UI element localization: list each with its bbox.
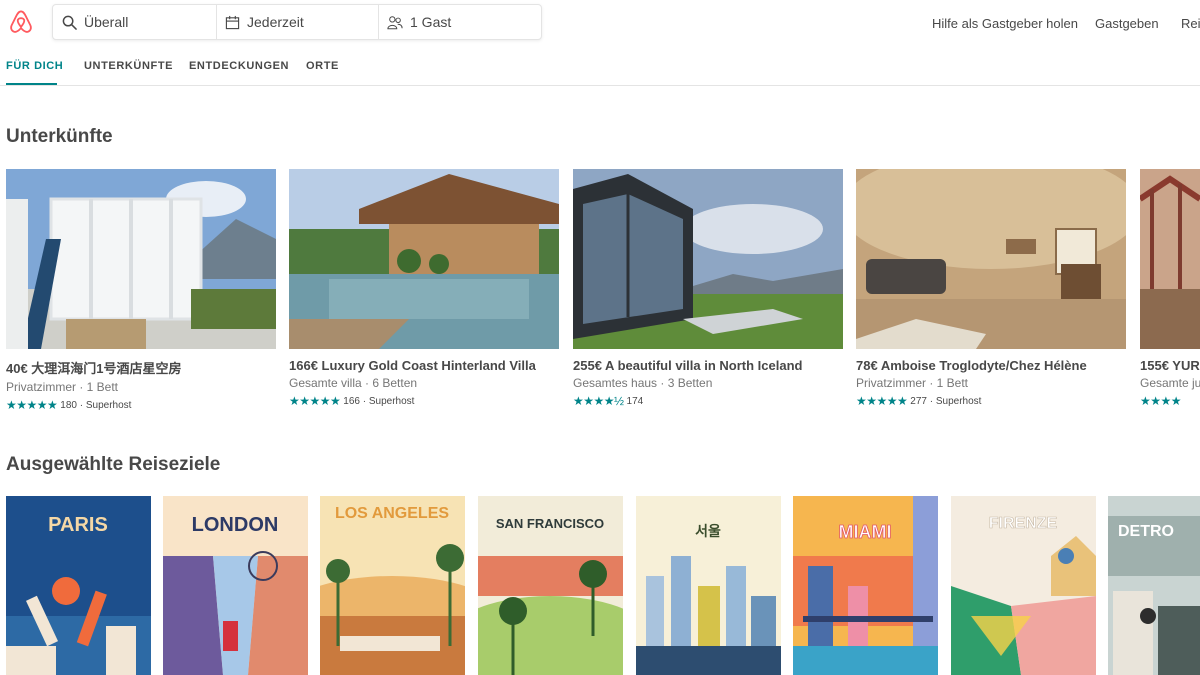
- search-icon: [62, 15, 77, 30]
- listing-title[interactable]: 40€ 大理洱海门1号酒店星空房: [6, 358, 276, 377]
- destination-poster: DETRO: [1108, 496, 1200, 675]
- listing-card[interactable]: 166€ Luxury Gold Coast Hinterland Villa …: [289, 169, 559, 408]
- review-count: 180 · Superhost: [60, 399, 132, 411]
- category-tabs: FÜR DICH UNTERKÜNFTE ENTDECKUNGEN ORTE: [0, 52, 1200, 86]
- review-count: 174: [626, 395, 644, 407]
- tab-experiences[interactable]: ENTDECKUNGEN: [189, 60, 289, 72]
- listing-title[interactable]: 255€ A beautiful villa in North Iceland: [573, 358, 843, 373]
- destination-poster: 서울: [636, 496, 781, 675]
- destination-card-london[interactable]: LONDON: [163, 496, 308, 675]
- destination-poster: PARIS: [6, 496, 151, 675]
- listing-photo[interactable]: [1140, 169, 1200, 349]
- listing-photo[interactable]: [573, 169, 843, 349]
- rating-stars-icon: ★★★★: [1140, 394, 1182, 408]
- tab-for-you[interactable]: FÜR DICH: [6, 60, 63, 72]
- tab-places[interactable]: ORTE: [306, 60, 339, 72]
- stays-section-title: Unterkünfte: [6, 126, 113, 147]
- destination-poster: LONDON: [163, 496, 308, 675]
- destination-card-firenze[interactable]: FIRENZE: [951, 496, 1096, 675]
- listing-subtitle: Privatzimmer · 1 Bett: [856, 376, 969, 390]
- destination-poster: FIRENZE: [951, 496, 1096, 675]
- destination-card-seoul[interactable]: 서울: [636, 496, 781, 675]
- active-tab-indicator: [6, 83, 57, 85]
- guests-icon: [387, 15, 403, 29]
- listing-rating: ★★★★½ 174: [573, 394, 843, 408]
- review-count: 166 · Superhost: [343, 395, 415, 407]
- location-field[interactable]: Überall: [53, 5, 217, 39]
- listing-subtitle: Privatzimmer · 1 Bett: [6, 380, 119, 394]
- poster-city-label: SAN FRANCISCO: [496, 516, 604, 531]
- destination-poster: SAN FRANCISCO: [478, 496, 623, 675]
- listing-rating: ★★★★★ 277 · Superhost: [856, 394, 1126, 408]
- listing-rating: ★★★★: [1140, 394, 1200, 408]
- rating-stars-icon: ★★★★★: [856, 394, 908, 408]
- poster-city-label: PARIS: [48, 514, 108, 536]
- calendar-icon: [225, 15, 240, 29]
- become-host-link[interactable]: Gastgeben: [1095, 16, 1159, 31]
- destination-poster: MIAMI: [793, 496, 938, 675]
- poster-city-label: MIAMI: [839, 522, 892, 542]
- listing-subtitle: Gesamte ju: [1140, 376, 1200, 390]
- listing-card[interactable]: 155€ YUR Gesamte ju ★★★★: [1140, 169, 1200, 408]
- poster-city-label: DETRO: [1118, 523, 1174, 540]
- destinations-section-title: Ausgewählte Reiseziele: [6, 454, 221, 475]
- date-field[interactable]: Jederzeit: [217, 5, 379, 39]
- airbnb-logo-icon[interactable]: [8, 9, 34, 35]
- date-value: Jederzeit: [247, 14, 304, 30]
- rating-stars-icon: ★★★★★: [289, 394, 341, 408]
- destination-poster: LOS ANGELES: [320, 496, 465, 675]
- listing-rating: ★★★★★ 166 · Superhost: [289, 394, 559, 408]
- review-count: 277 · Superhost: [910, 395, 982, 407]
- tab-stays[interactable]: UNTERKÜNFTE: [84, 60, 173, 72]
- destination-card-san-francisco[interactable]: SAN FRANCISCO: [478, 496, 623, 675]
- poster-city-label: LOS ANGELES: [335, 505, 449, 522]
- guests-value: 1 Gast: [410, 14, 452, 30]
- guests-field[interactable]: 1 Gast: [379, 5, 541, 39]
- location-value: Überall: [84, 14, 129, 30]
- destination-card-detroit[interactable]: DETRO: [1108, 496, 1200, 675]
- listing-photo[interactable]: [289, 169, 559, 349]
- poster-city-label: LONDON: [192, 514, 279, 536]
- host-help-link[interactable]: Hilfe als Gastgeber holen: [932, 16, 1078, 31]
- poster-city-label: FIRENZE: [989, 515, 1058, 532]
- listing-subtitle: Gesamtes haus · 3 Betten: [573, 376, 713, 390]
- listing-title[interactable]: 78€ Amboise Troglodyte/Chez Hélène: [856, 358, 1126, 373]
- poster-city-label: 서울: [695, 523, 721, 540]
- listing-title[interactable]: 166€ Luxury Gold Coast Hinterland Villa: [289, 358, 559, 373]
- rating-stars-icon: ★★★★★: [6, 398, 58, 412]
- destination-card-miami[interactable]: MIAMI: [793, 496, 938, 675]
- listing-photo[interactable]: [856, 169, 1126, 349]
- rating-stars-icon: ★★★★½: [573, 394, 624, 408]
- listing-card[interactable]: 255€ A beautiful villa in North Iceland …: [573, 169, 843, 408]
- listing-card[interactable]: 40€ 大理洱海门1号酒店星空房 Privatzimmer · 1 Bett ★…: [6, 169, 276, 412]
- listing-card[interactable]: 78€ Amboise Troglodyte/Chez Hélène Priva…: [856, 169, 1126, 408]
- destination-card-los-angeles[interactable]: LOS ANGELES: [320, 496, 465, 675]
- trips-link[interactable]: Rei: [1181, 16, 1200, 31]
- listing-subtitle: Gesamte villa · 6 Betten: [289, 376, 418, 390]
- listing-title[interactable]: 155€ YUR: [1140, 358, 1200, 373]
- destination-card-paris[interactable]: PARIS: [6, 496, 151, 675]
- top-bar: Überall Jederzeit 1 Gast Hilfe als Gastg…: [0, 0, 1200, 44]
- search-bar[interactable]: Überall Jederzeit 1 Gast: [52, 4, 542, 40]
- listing-rating: ★★★★★ 180 · Superhost: [6, 398, 276, 412]
- listing-photo[interactable]: [6, 169, 276, 349]
